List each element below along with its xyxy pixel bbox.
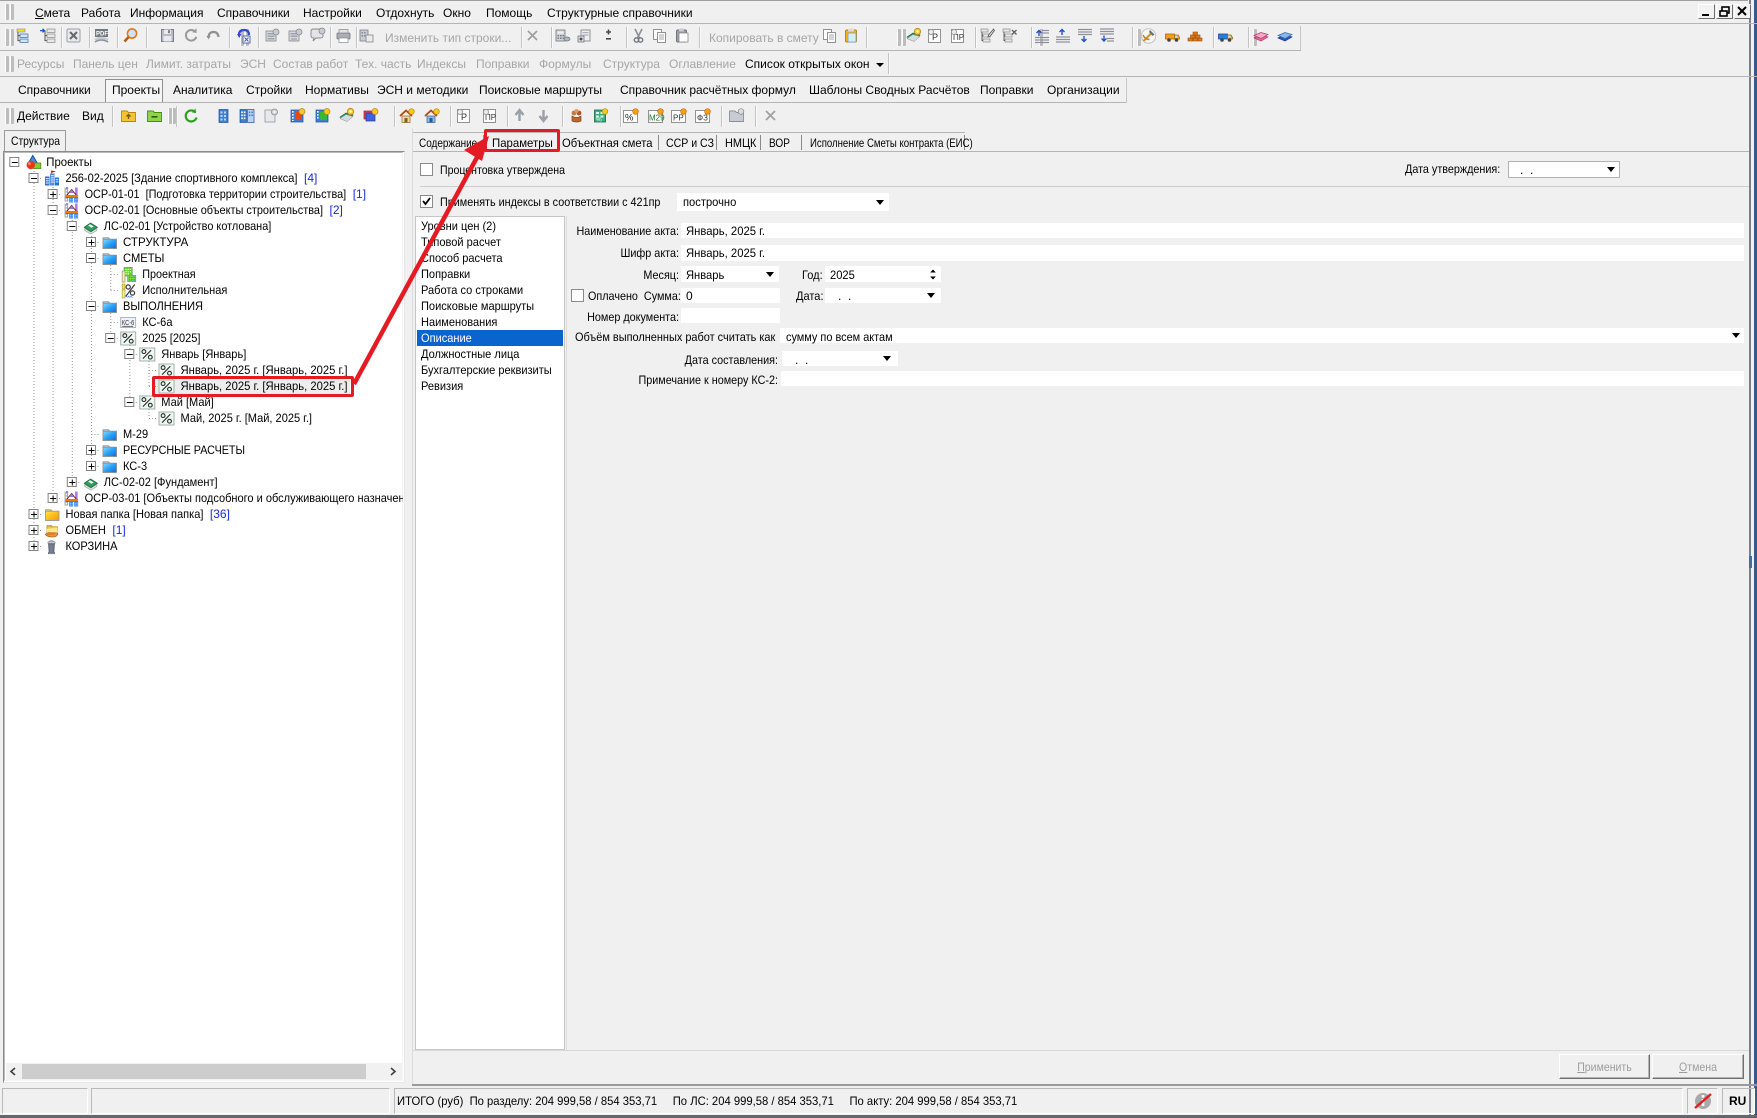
svg-text:[4]: [4] bbox=[304, 171, 317, 185]
svg-text:ЛС-02-01 [Устройство котлована: ЛС-02-01 [Устройство котлована] bbox=[104, 219, 271, 233]
svg-text:КОРЗИНА: КОРЗИНА bbox=[66, 539, 118, 553]
svg-text:256-02-2025 [Здание спортивног: 256-02-2025 [Здание спортивного комплекс… bbox=[66, 171, 298, 185]
svg-text:Проектная: Проектная bbox=[142, 267, 195, 281]
svg-text:КС-6а: КС-6а bbox=[142, 315, 173, 329]
svg-text:[1]: [1] bbox=[112, 523, 125, 537]
svg-text:Май, 2025 г. [Май, 2025 г.]: Май, 2025 г. [Май, 2025 г.] bbox=[181, 411, 313, 425]
svg-text:Исполнительная: Исполнительная bbox=[142, 283, 227, 297]
svg-text:М-29: М-29 bbox=[123, 427, 148, 441]
svg-text:СТРУКТУРА: СТРУКТУРА bbox=[123, 235, 188, 249]
svg-text:ОСР-02-01 [Основные объекты ст: ОСР-02-01 [Основные объекты строительств… bbox=[85, 203, 323, 217]
svg-text:СМЕТЫ: СМЕТЫ bbox=[123, 251, 164, 265]
svg-text:КС-3: КС-3 bbox=[123, 459, 147, 473]
svg-text:Май [Май]: Май [Май] bbox=[161, 395, 213, 409]
svg-text:Январь [Январь]: Январь [Январь] bbox=[161, 347, 246, 361]
svg-text:ОБМЕН: ОБМЕН bbox=[66, 523, 106, 537]
svg-text:2025 [2025]: 2025 [2025] bbox=[142, 331, 200, 345]
svg-text:ОСР-03-01 [Объекты подсобного: ОСР-03-01 [Объекты подсобного и обслужив… bbox=[85, 491, 403, 505]
svg-text:Январь, 2025 г. [Январь, 2025: Январь, 2025 г. [Январь, 2025 г.] bbox=[181, 363, 348, 377]
svg-text:ВЫПОЛНЕНИЯ: ВЫПОЛНЕНИЯ bbox=[123, 299, 203, 313]
svg-text:ОСР-01-01 [Подготовка террито: ОСР-01-01 [Подготовка территории строите… bbox=[85, 187, 347, 201]
svg-text:ЛС-02-02 [Фундамент]: ЛС-02-02 [Фундамент] bbox=[104, 475, 218, 489]
svg-text:[36]: [36] bbox=[210, 507, 230, 521]
svg-text:Проекты: Проекты bbox=[46, 155, 92, 169]
svg-text:Новая папка [Новая папка]: Новая папка [Новая папка] bbox=[66, 507, 204, 521]
svg-text:РЕСУРСНЫЕ РАСЧЕТЫ: РЕСУРСНЫЕ РАСЧЕТЫ bbox=[123, 443, 245, 457]
